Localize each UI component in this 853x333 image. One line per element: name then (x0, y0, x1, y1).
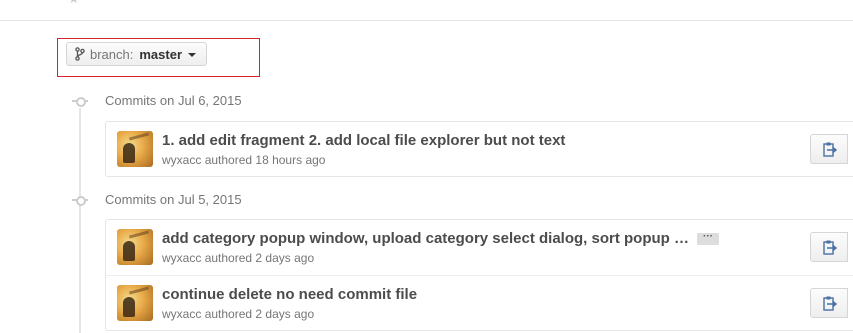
commits-page: ★ branch: master Commits on Jul 6, 2015 … (0, 0, 853, 333)
copy-sha-button[interactable] (810, 232, 848, 262)
timeline-line (79, 108, 81, 333)
expand-message-button[interactable]: ··· (697, 232, 719, 246)
timeline-node (72, 195, 88, 206)
timeline-dot (76, 196, 86, 206)
branch-name: master (139, 46, 183, 62)
avatar[interactable] (117, 229, 153, 265)
commit-author[interactable]: wyxacc (162, 153, 201, 167)
timeline-node (72, 96, 88, 107)
copy-sha-button[interactable] (810, 134, 848, 164)
commit-group-header: Commits on Jul 5, 2015 (105, 192, 242, 207)
commit-time: 18 hours ago (255, 153, 326, 167)
avatar[interactable] (117, 131, 153, 167)
commit-meta: wyxacc authored 2 days ago (162, 251, 314, 265)
authored-label: authored (204, 307, 253, 321)
avatar[interactable] (117, 285, 153, 321)
commit-title[interactable]: add category popup window, upload catego… (162, 230, 719, 247)
commit-meta: wyxacc authored 18 hours ago (162, 153, 325, 167)
commit-title[interactable]: continue delete no need commit file (162, 286, 417, 303)
commit-row: continue delete no need commit file wyxa… (106, 276, 853, 330)
commit-group-header: Commits on Jul 6, 2015 (105, 93, 242, 108)
branch-label: branch: (90, 46, 134, 62)
commit-row: 1. add edit fragment 2. add local file e… (106, 122, 853, 176)
chevron-down-icon (188, 52, 197, 57)
commit-author[interactable]: wyxacc (162, 307, 201, 321)
top-strip: ★ (0, 0, 853, 21)
branch-selector-button[interactable]: branch: master (66, 42, 208, 66)
commit-group: add category popup window, upload catego… (105, 219, 853, 331)
commit-row: add category popup window, upload catego… (106, 220, 853, 276)
clipboard-icon (823, 142, 837, 157)
commit-title-text[interactable]: continue delete no need commit file (162, 286, 417, 303)
commit-title-text[interactable]: add category popup window, upload catego… (162, 230, 689, 247)
timeline-dot (76, 97, 86, 107)
commit-time: 2 days ago (255, 307, 315, 321)
commit-title-text[interactable]: 1. add edit fragment 2. add local file e… (162, 132, 565, 149)
authored-label: authored (204, 251, 253, 265)
git-branch-icon (75, 47, 85, 61)
star-icon: ★ (68, 0, 80, 5)
copy-sha-button[interactable] (810, 288, 848, 318)
authored-label: authored (204, 153, 253, 167)
commit-author[interactable]: wyxacc (162, 251, 201, 265)
clipboard-icon (823, 296, 837, 311)
commit-meta: wyxacc authored 2 days ago (162, 307, 314, 321)
commit-title[interactable]: 1. add edit fragment 2. add local file e… (162, 132, 565, 149)
commit-group: 1. add edit fragment 2. add local file e… (105, 121, 853, 177)
commit-time: 2 days ago (255, 251, 315, 265)
clipboard-icon (823, 240, 837, 255)
